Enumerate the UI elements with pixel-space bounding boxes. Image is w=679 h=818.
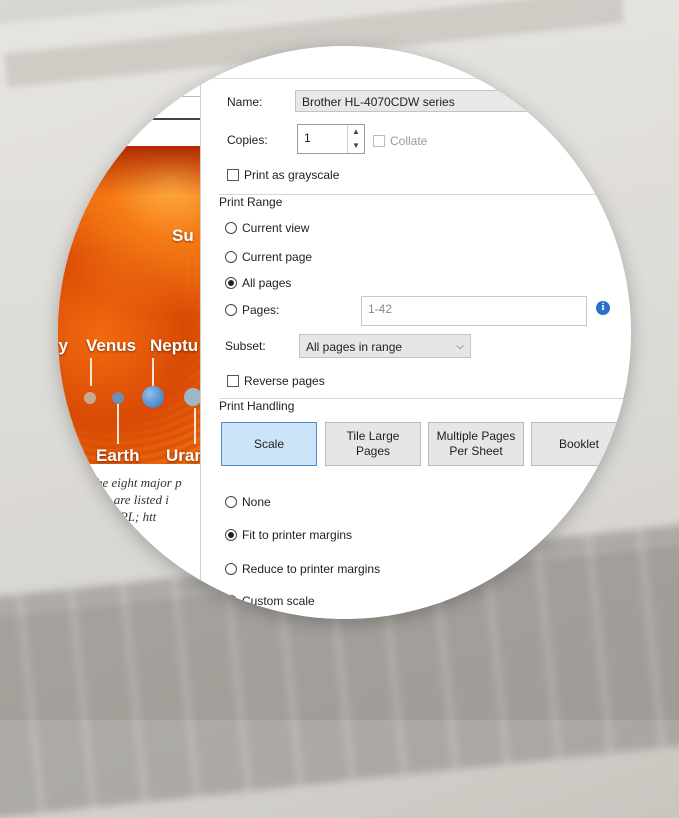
grayscale-checkbox-row[interactable]: Print as grayscale — [227, 168, 339, 182]
print-range-title: Print Range — [219, 195, 287, 209]
copies-label: Copies: — [227, 133, 268, 147]
radio-all-pages-button[interactable] — [225, 277, 237, 289]
planet-earth — [112, 392, 124, 404]
radio-reduce-to-printer-margins[interactable]: Reduce to printer margins — [225, 562, 380, 576]
document-preview: Su ry Venus Neptu s Earth Uran he eight … — [58, 46, 205, 619]
subset-label: Subset: — [225, 339, 266, 353]
print-dialog-panel: Name: Brother HL-4070CDW series Copies: … — [200, 46, 631, 619]
subset-select-value: All pages in range — [306, 340, 403, 354]
radio-none[interactable]: None — [225, 495, 271, 509]
radio-current-view[interactable]: Current view — [225, 221, 309, 235]
radio-pages-label: Pages: — [242, 303, 280, 317]
pages-input[interactable]: 1-42 — [361, 296, 587, 326]
radio-fit-to-printer-margins[interactable]: Fit to printer margins — [225, 528, 352, 542]
radio-reduce-label: Reduce to printer margins — [242, 562, 381, 576]
printer-name-label: Name: — [227, 95, 263, 109]
radio-fit-label: Fit to printer margins — [242, 528, 353, 542]
radio-fit-button[interactable] — [225, 529, 237, 541]
subset-select[interactable]: All pages in range ⌵ — [299, 334, 471, 358]
collate-checkbox[interactable] — [373, 135, 385, 147]
radio-reduce-button[interactable] — [225, 563, 237, 575]
reverse-pages-row[interactable]: Reverse pages — [227, 374, 325, 388]
print-handling-title: Print Handling — [219, 399, 299, 413]
planet-mercury — [58, 394, 66, 402]
chevron-down-icon: ⌵ — [456, 341, 464, 352]
reverse-pages-checkbox[interactable] — [227, 375, 239, 387]
booklet-button[interactable]: Booklet — [531, 422, 627, 466]
document-rule — [98, 118, 200, 120]
copies-stepper[interactable]: 1 ▲ ▼ — [297, 124, 365, 154]
magnifier-circle: Su ry Venus Neptu s Earth Uran he eight … — [58, 46, 631, 619]
reverse-pages-label: Reverse pages — [244, 374, 325, 388]
planet-label-mars: s — [58, 446, 64, 465]
info-icon[interactable]: i — [596, 301, 610, 315]
radio-all-pages-label: All pages — [242, 276, 292, 290]
radio-none-label: None — [242, 495, 271, 509]
sun-label: Su — [172, 226, 194, 245]
planet-neptune — [142, 386, 164, 408]
planet-label-venus: Venus — [86, 336, 137, 355]
radio-custom-scale-button[interactable] — [225, 595, 237, 607]
grayscale-checkbox[interactable] — [227, 169, 239, 181]
collate-checkbox-row[interactable]: Collate — [373, 134, 427, 148]
planet-label-mercury: ry — [58, 336, 69, 355]
radio-current-view-label: Current view — [242, 221, 310, 235]
solar-system-image: Su ry Venus Neptu s Earth Uran — [58, 146, 205, 465]
radio-current-page[interactable]: Current page — [225, 250, 312, 264]
copies-value: 1 — [304, 131, 311, 145]
grayscale-label: Print as grayscale — [244, 168, 340, 182]
radio-custom-scale-label: Custom scale — [242, 594, 315, 608]
radio-current-view-button[interactable] — [225, 222, 237, 234]
document-footer-text: TS — [118, 560, 136, 574]
radio-none-button[interactable] — [225, 496, 237, 508]
radio-custom-scale[interactable]: Custom scale — [225, 594, 315, 608]
radio-current-page-label: Current page — [242, 250, 313, 264]
planet-label-earth: Earth — [96, 446, 140, 465]
printer-select[interactable]: Brother HL-4070CDW series — [295, 90, 631, 112]
document-caption: he eight major p ets are listed i SA/JPL… — [96, 475, 182, 524]
radio-pages-button[interactable] — [225, 304, 237, 316]
scale-button[interactable]: Scale — [221, 422, 317, 466]
chevron-up-icon[interactable]: ▲ — [348, 125, 364, 139]
radio-all-pages[interactable]: All pages — [225, 276, 291, 290]
planet-venus — [84, 392, 96, 404]
chevron-down-icon[interactable]: ▼ — [348, 139, 364, 153]
radio-pages[interactable]: Pages: — [225, 303, 279, 317]
planet-label-neptune: Neptu — [150, 336, 199, 355]
tile-large-pages-button[interactable]: Tile Large Pages — [325, 422, 421, 466]
radio-current-page-button[interactable] — [225, 251, 237, 263]
planet-label-uranus: Uran — [166, 446, 205, 465]
collate-label: Collate — [390, 134, 428, 148]
multiple-pages-per-sheet-button[interactable]: Multiple Pages Per Sheet — [428, 422, 524, 466]
